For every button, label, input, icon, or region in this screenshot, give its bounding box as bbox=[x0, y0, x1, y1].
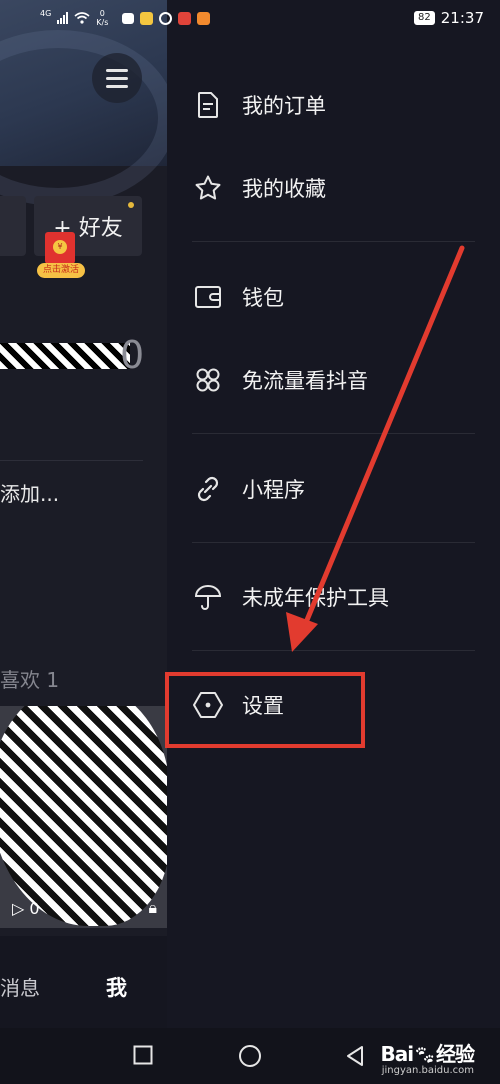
wallet-icon bbox=[192, 281, 224, 313]
divider bbox=[192, 241, 475, 242]
drawer-item-free-data[interactable]: 免流量看抖音 bbox=[192, 353, 472, 407]
video-app-icon bbox=[197, 11, 211, 25]
drawer-item-label: 未成年保护工具 bbox=[242, 586, 389, 610]
status-left: 4G 0 K/s bbox=[40, 8, 211, 27]
camera-app-icon bbox=[159, 11, 173, 25]
drawer-item-label: 我的收藏 bbox=[242, 177, 326, 201]
settings-highlight-box bbox=[165, 672, 365, 748]
redacted-thumbnail-image bbox=[0, 706, 167, 926]
menu-line bbox=[106, 68, 128, 72]
drawer-item-label: 我的订单 bbox=[242, 94, 326, 118]
drawer-item-label: 免流量看抖音 bbox=[242, 369, 368, 393]
divider bbox=[192, 650, 475, 651]
lock-icon: 🔒︎ bbox=[148, 898, 157, 917]
cover-decoration bbox=[0, 30, 167, 206]
order-icon bbox=[192, 89, 224, 121]
watermark-brand: Bai bbox=[380, 1042, 415, 1066]
calendar-app-icon bbox=[122, 12, 135, 24]
drawer-item-favorites[interactable]: 我的收藏 bbox=[192, 161, 472, 215]
drawer-item-label: 小程序 bbox=[242, 478, 305, 502]
drawer-item-minor-protection[interactable]: 未成年保护工具 bbox=[192, 570, 472, 624]
play-count-value: 0 bbox=[29, 899, 40, 918]
red-packet-badge[interactable]: ¥ 点击激活 bbox=[37, 232, 85, 280]
watermark-site: jingyan.baidu.com bbox=[381, 1065, 474, 1076]
drawer-item-orders[interactable]: 我的订单 bbox=[192, 78, 472, 132]
likes-tab[interactable]: 喜欢 1 bbox=[0, 664, 59, 693]
tab-message[interactable]: 消息 bbox=[0, 972, 40, 1001]
profile-panel: + 好友 ¥ 点击激活 0 添加... 喜欢 1 ▷ 0 🔒︎ 消息 我 bbox=[0, 0, 167, 1028]
weibo-app-icon bbox=[178, 11, 192, 25]
divider bbox=[192, 433, 475, 434]
bottom-tab-bar: 消息 我 bbox=[0, 936, 167, 1028]
drawer-item-mini-programs[interactable]: 小程序 bbox=[192, 462, 472, 516]
recent-apps-icon[interactable] bbox=[133, 1045, 153, 1065]
network-type: 4G bbox=[40, 8, 52, 18]
coin-icon: ¥ bbox=[53, 240, 67, 254]
play-count: ▷ 0 bbox=[12, 899, 40, 918]
bio-add-text[interactable]: 添加... bbox=[0, 478, 59, 507]
tab-me[interactable]: 我 bbox=[106, 972, 127, 1002]
status-bar: 4G 0 K/s 82 21:37 bbox=[0, 0, 500, 36]
divider bbox=[0, 460, 143, 461]
back-icon[interactable] bbox=[344, 1045, 366, 1067]
paw-icon: 🐾︎ bbox=[413, 1045, 436, 1066]
notification-dot bbox=[128, 202, 134, 208]
link-icon bbox=[192, 473, 224, 505]
divider bbox=[192, 542, 475, 543]
video-thumbnail[interactable]: ▷ 0 🔒︎ bbox=[0, 706, 167, 928]
battery-icon: 82 bbox=[414, 11, 435, 25]
play-icon: ▷ bbox=[12, 899, 25, 918]
net-speed-value: 0 bbox=[99, 9, 105, 18]
star-icon bbox=[192, 172, 224, 204]
drawer-item-label: 钱包 bbox=[242, 286, 284, 310]
notes-app-icon bbox=[140, 11, 154, 25]
net-speed: 0 K/s bbox=[96, 9, 108, 27]
side-drawer: 我的订单 我的收藏 钱包 免流量看抖音 小程序 未成年保护工具 设置 bbox=[167, 0, 500, 1028]
menu-line bbox=[106, 76, 128, 80]
clover-icon bbox=[192, 364, 224, 396]
user-id-tail: 0 bbox=[120, 333, 144, 377]
hamburger-menu-button[interactable] bbox=[92, 53, 142, 103]
status-right: 82 21:37 bbox=[414, 9, 484, 27]
baidu-jingyan-watermark: Bai🐾︎经验 jingyan.baidu.com bbox=[380, 1038, 475, 1076]
red-packet-tag: 点击激活 bbox=[37, 263, 85, 278]
edit-profile-button[interactable] bbox=[0, 196, 26, 256]
signal-icon bbox=[57, 12, 69, 24]
redaction-mask bbox=[0, 343, 130, 369]
wifi-icon bbox=[74, 12, 90, 24]
watermark-suffix: 经验 bbox=[436, 1042, 475, 1066]
menu-line bbox=[106, 84, 128, 88]
drawer-item-wallet[interactable]: 钱包 bbox=[192, 270, 472, 324]
clock: 21:37 bbox=[440, 9, 484, 27]
home-icon[interactable] bbox=[238, 1044, 262, 1068]
umbrella-icon bbox=[192, 581, 224, 613]
net-speed-unit: K/s bbox=[96, 18, 109, 27]
user-id: 0 bbox=[0, 333, 150, 381]
